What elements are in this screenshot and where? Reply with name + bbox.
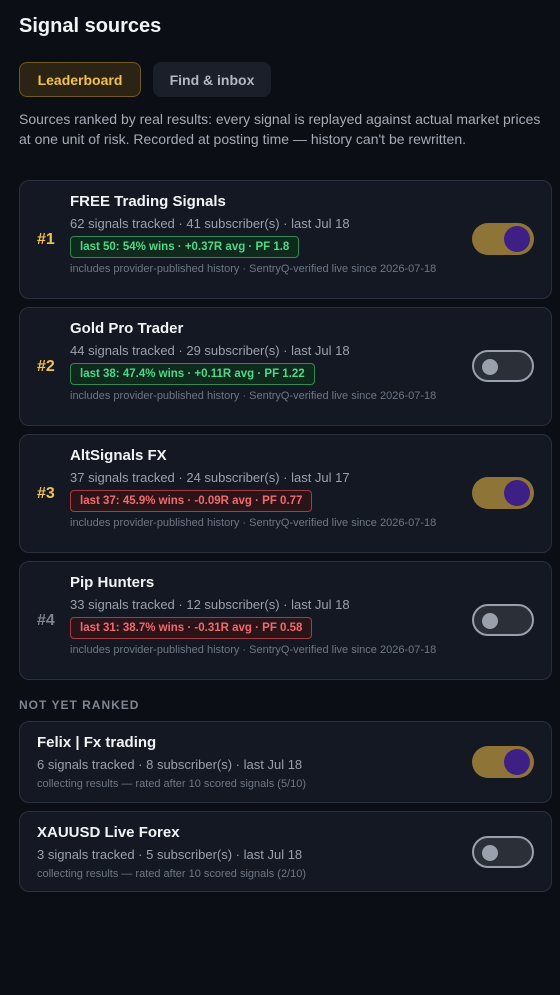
toggle-knob	[504, 480, 530, 506]
toggle-knob	[504, 226, 530, 252]
rank-label: #1	[37, 231, 55, 248]
section-label-not-ranked: NOT YET RANKED	[19, 698, 140, 712]
verification-note: includes provider-published history · Se…	[70, 263, 437, 275]
performance-badge: last 50: 54% wins · +0.37R avg · PF 1.8	[70, 236, 300, 258]
tab-find-inbox[interactable]: Find & inbox	[153, 62, 271, 97]
source-card: #3 AltSignals FX 37 signals tracked · 24…	[19, 434, 552, 553]
source-card: #2 Gold Pro Trader 44 signals tracked · …	[19, 307, 552, 426]
source-meta: 37 signals tracked · 24 subscriber(s) · …	[70, 470, 350, 485]
rank-label: #3	[37, 485, 55, 502]
source-meta: 3 signals tracked · 5 subscriber(s) · la…	[37, 847, 303, 862]
toggle-knob	[482, 613, 498, 629]
subscribe-toggle[interactable]	[472, 223, 534, 255]
source-meta: 44 signals tracked · 29 subscriber(s) · …	[70, 343, 350, 358]
subscribe-toggle[interactable]	[472, 350, 534, 382]
source-name: Pip Hunters	[70, 574, 155, 591]
source-name: FREE Trading Signals	[70, 193, 226, 210]
performance-badge: last 38: 47.4% wins · +0.11R avg · PF 1.…	[70, 363, 315, 385]
progress-note: collecting results — rated after 10 scor…	[37, 778, 307, 790]
performance-badge: last 31: 38.7% wins · -0.31R avg · PF 0.…	[70, 617, 313, 639]
page-title: Signal sources	[19, 15, 162, 37]
toggle-knob	[504, 749, 530, 775]
rank-label: #2	[37, 358, 55, 375]
subscribe-toggle[interactable]	[472, 836, 534, 868]
source-meta: 33 signals tracked · 12 subscriber(s) · …	[70, 597, 350, 612]
verification-note: includes provider-published history · Se…	[70, 517, 437, 529]
source-name: AltSignals FX	[70, 447, 167, 464]
source-card: #1 FREE Trading Signals 62 signals track…	[19, 180, 552, 299]
source-meta: 62 signals tracked · 41 subscriber(s) · …	[70, 216, 350, 231]
toggle-knob	[482, 845, 498, 861]
tab-bar: Leaderboard Find & inbox	[19, 62, 271, 97]
subscribe-toggle[interactable]	[472, 746, 534, 778]
verification-note: includes provider-published history · Se…	[70, 644, 437, 656]
subscribe-toggle[interactable]	[472, 477, 534, 509]
progress-note: collecting results — rated after 10 scor…	[37, 868, 307, 880]
intro-text: Sources ranked by real results: every si…	[19, 111, 541, 147]
verification-note: includes provider-published history · Se…	[70, 390, 437, 402]
source-name: XAUUSD Live Forex	[37, 824, 180, 841]
source-name: Gold Pro Trader	[70, 320, 184, 337]
subscribe-toggle[interactable]	[472, 604, 534, 636]
source-card: Felix | Fx trading 6 signals tracked · 8…	[19, 721, 552, 803]
source-name: Felix | Fx trading	[37, 734, 157, 751]
tab-leaderboard[interactable]: Leaderboard	[19, 62, 141, 97]
toggle-knob	[482, 359, 498, 375]
source-meta: 6 signals tracked · 8 subscriber(s) · la…	[37, 757, 303, 772]
rank-label: #4	[37, 612, 55, 629]
source-card: XAUUSD Live Forex 3 signals tracked · 5 …	[19, 811, 552, 892]
performance-badge: last 37: 45.9% wins · -0.09R avg · PF 0.…	[70, 490, 313, 512]
source-card: #4 Pip Hunters 33 signals tracked · 12 s…	[19, 561, 552, 680]
